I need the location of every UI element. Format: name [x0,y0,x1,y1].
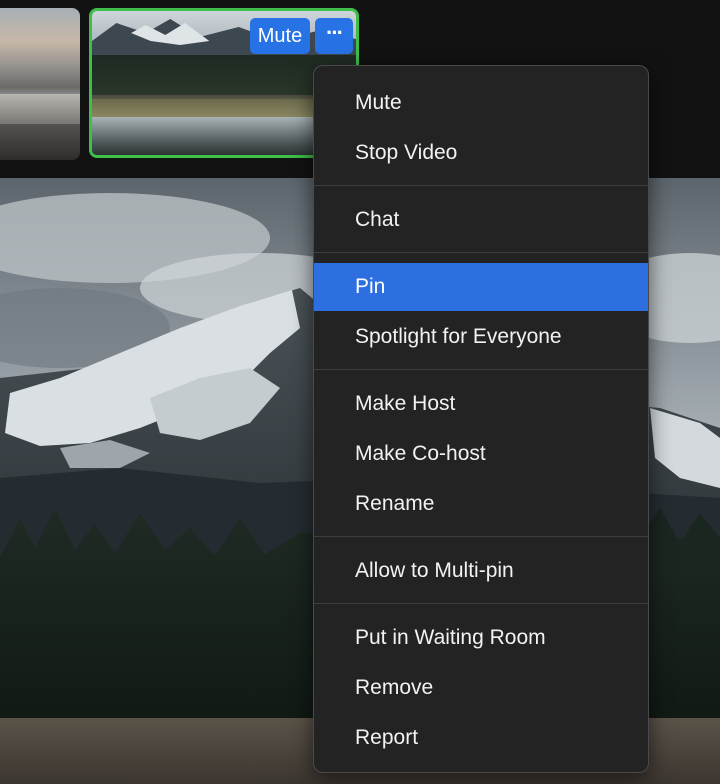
participant-context-menu: Mute Stop Video Chat Pin Spotlight for E… [313,65,649,773]
menu-item-waiting-room[interactable]: Put in Waiting Room [314,614,648,662]
menu-item-spotlight[interactable]: Spotlight for Everyone [314,313,648,361]
menu-item-make-co-host[interactable]: Make Co-host [314,430,648,478]
menu-item-stop-video[interactable]: Stop Video [314,129,648,177]
menu-item-make-host[interactable]: Make Host [314,380,648,428]
menu-divider [314,369,648,370]
menu-item-remove[interactable]: Remove [314,664,648,712]
menu-item-chat[interactable]: Chat [314,196,648,244]
ellipsis-icon[interactable]: ··· [315,18,353,54]
menu-divider [314,603,648,604]
participant-thumbnail[interactable] [0,8,80,160]
menu-item-report[interactable]: Report [314,714,648,762]
thumbnail-shoreline [0,94,80,124]
menu-divider [314,185,648,186]
menu-item-pin[interactable]: Pin [314,263,648,311]
menu-item-allow-multi-pin[interactable]: Allow to Multi-pin [314,547,648,595]
menu-divider [314,536,648,537]
menu-item-mute[interactable]: Mute [314,79,648,127]
menu-item-rename[interactable]: Rename [314,480,648,528]
tile-mute-button[interactable]: Mute [250,18,310,54]
menu-divider [314,252,648,253]
